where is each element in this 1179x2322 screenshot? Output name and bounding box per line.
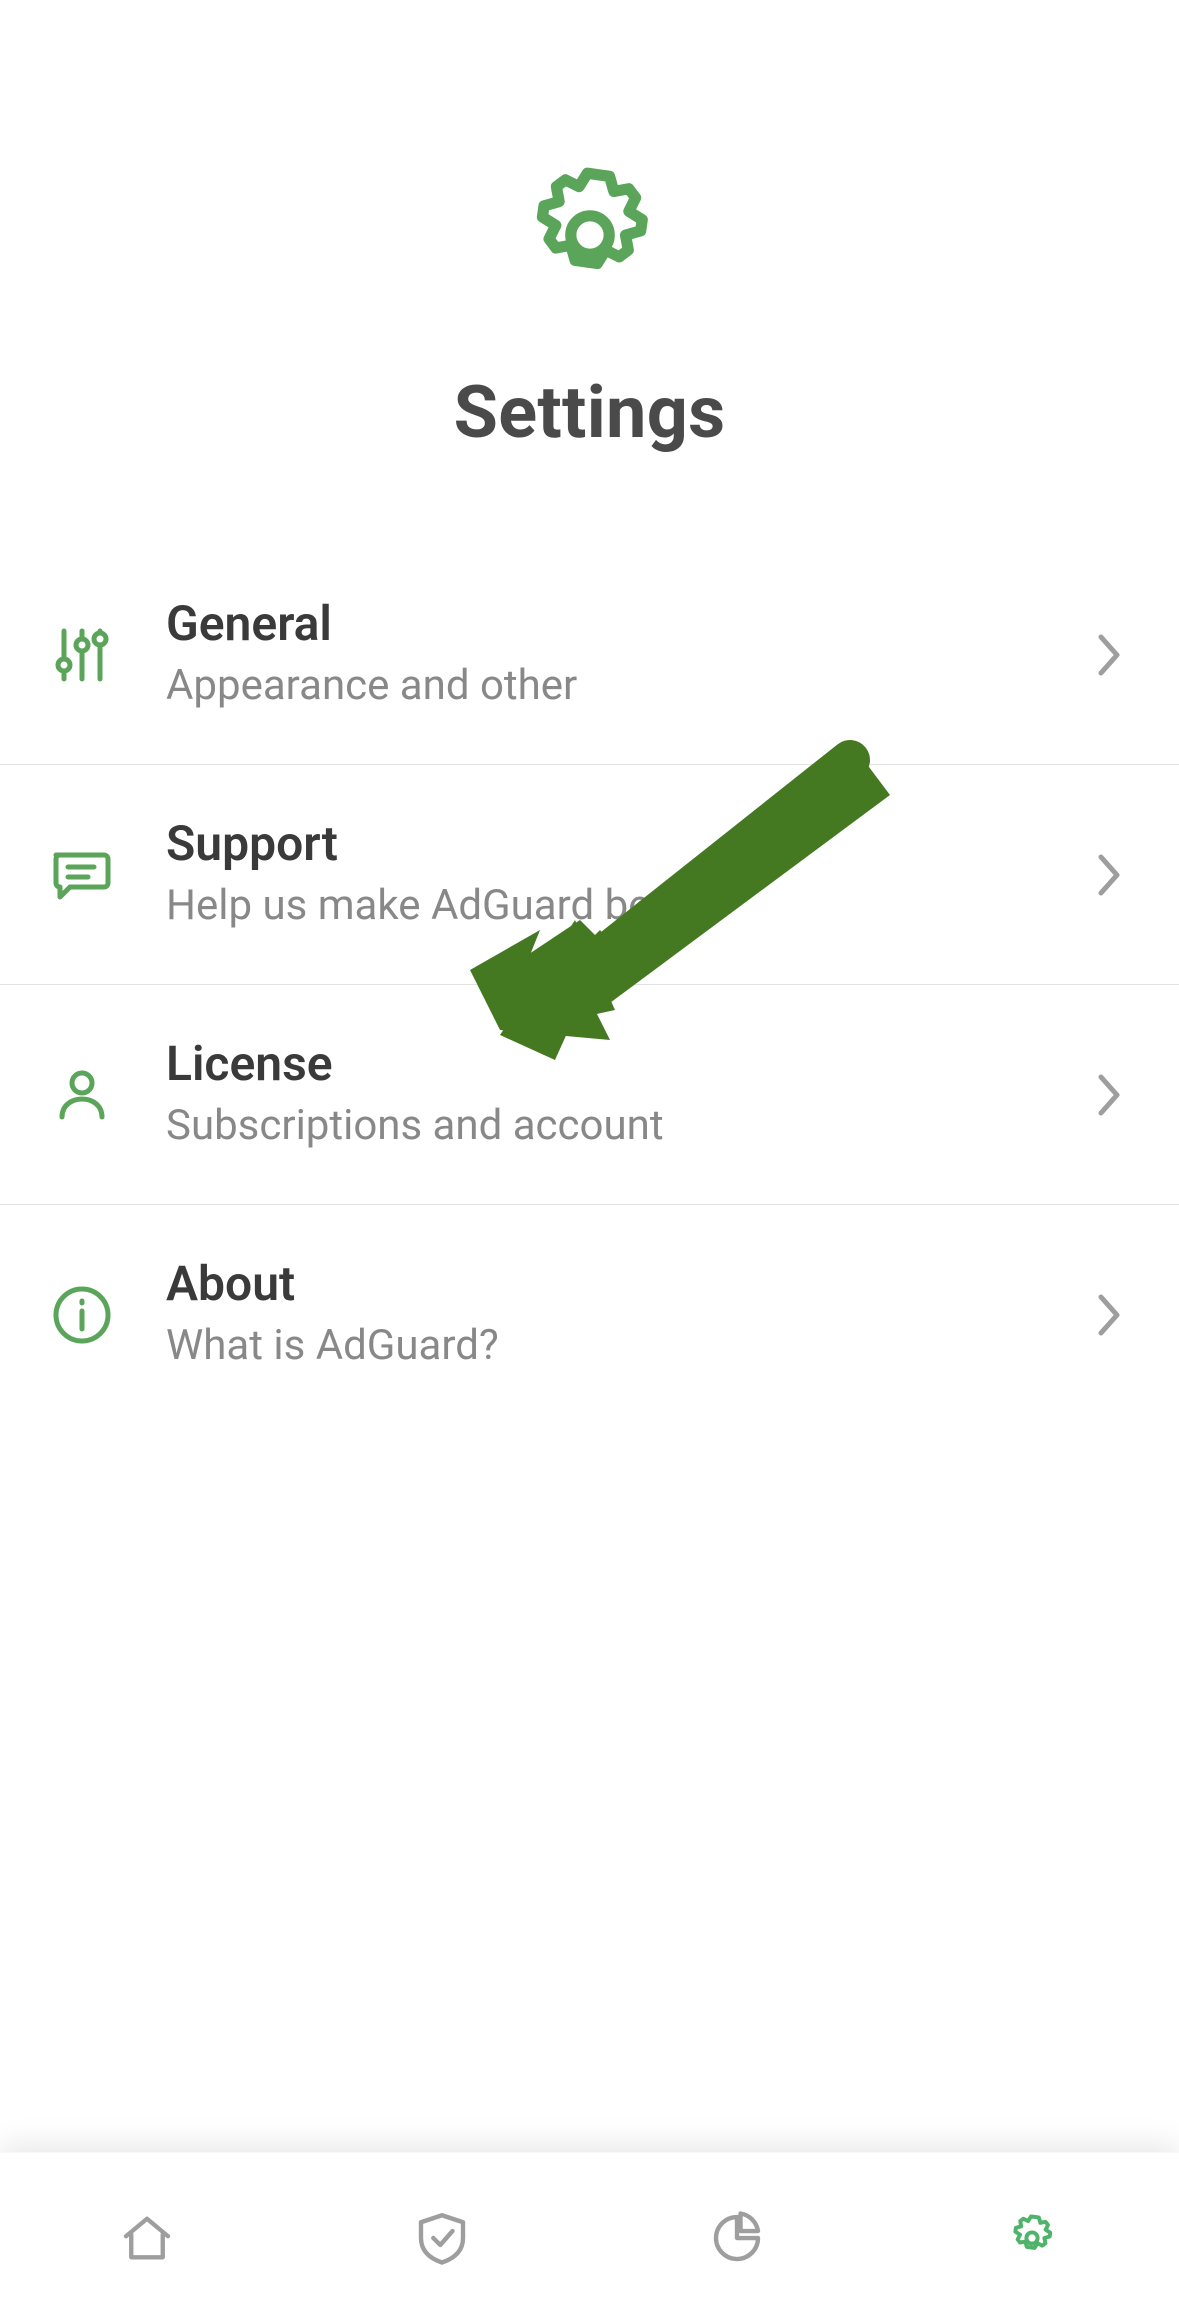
settings-header: Settings: [0, 0, 1179, 545]
sliders-icon: [46, 619, 118, 691]
settings-list: General Appearance and other Support H: [0, 545, 1179, 1425]
row-texts: About What is AdGuard?: [118, 1258, 1089, 1371]
tab-bar: [0, 2152, 1179, 2322]
row-title: License: [166, 1038, 1089, 1091]
row-texts: License Subscriptions and account: [118, 1038, 1089, 1151]
settings-row-license[interactable]: License Subscriptions and account: [0, 985, 1179, 1205]
settings-screen: Settings General Appearance and other: [0, 0, 1179, 2322]
chevron-right-icon: [1089, 1075, 1129, 1115]
row-texts: General Appearance and other: [118, 598, 1089, 711]
gear-icon: [510, 155, 670, 315]
tab-settings[interactable]: [884, 2153, 1179, 2322]
chat-icon: [46, 839, 118, 911]
tab-statistics[interactable]: [590, 2153, 885, 2322]
settings-row-general[interactable]: General Appearance and other: [0, 545, 1179, 765]
chevron-right-icon: [1089, 635, 1129, 675]
tab-protection[interactable]: [295, 2153, 590, 2322]
row-subtitle: Subscriptions and account: [166, 1101, 1089, 1151]
person-icon: [46, 1059, 118, 1131]
info-icon: [46, 1279, 118, 1351]
chevron-right-icon: [1089, 855, 1129, 895]
row-subtitle: Appearance and other: [166, 661, 1089, 711]
row-title: Support: [166, 818, 1089, 871]
settings-row-about[interactable]: About What is AdGuard?: [0, 1205, 1179, 1425]
row-subtitle: What is AdGuard?: [166, 1321, 1089, 1371]
tab-home[interactable]: [0, 2153, 295, 2322]
row-texts: Support Help us make AdGuard better: [118, 818, 1089, 931]
page-title: Settings: [454, 370, 726, 455]
row-title: About: [166, 1258, 1089, 1311]
chevron-right-icon: [1089, 1295, 1129, 1335]
row-subtitle: Help us make AdGuard better: [166, 881, 1089, 931]
row-title: General: [166, 598, 1089, 651]
settings-row-support[interactable]: Support Help us make AdGuard better: [0, 765, 1179, 985]
